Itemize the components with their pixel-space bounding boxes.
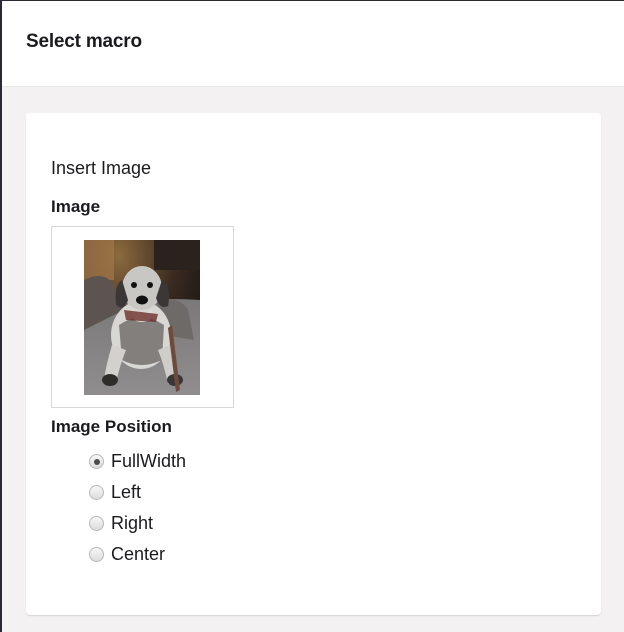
- radio-button-left[interactable]: [89, 485, 104, 500]
- radio-label-left: Left: [111, 482, 142, 502]
- radio-label-right: Right: [111, 513, 154, 533]
- radio-label-center: Center: [111, 544, 166, 564]
- radio-label-fullwidth: FullWidth: [111, 451, 187, 471]
- image-position-radio-group: FullWidth Left Right Center: [89, 446, 186, 570]
- radio-button-right[interactable]: [89, 516, 104, 531]
- radio-option-left[interactable]: Left: [89, 477, 186, 508]
- image-position-label: Image Position: [51, 417, 172, 436]
- window-left-border: [0, 0, 2, 632]
- dialog-header: Select macro: [2, 1, 624, 87]
- macro-title: Insert Image: [51, 158, 152, 178]
- dog-photo-thumbnail[interactable]: [84, 240, 200, 395]
- macro-panel: Insert Image Image Image Position FullWi…: [26, 113, 601, 615]
- dialog-title: Select macro: [26, 31, 142, 52]
- radio-button-fullwidth[interactable]: [89, 454, 104, 469]
- radio-option-center[interactable]: Center: [89, 539, 186, 570]
- radio-option-fullwidth[interactable]: FullWidth: [89, 446, 186, 477]
- dog-photo-image: [84, 240, 200, 395]
- radio-option-right[interactable]: Right: [89, 508, 186, 539]
- image-label: Image: [51, 197, 101, 216]
- radio-button-center[interactable]: [89, 547, 104, 562]
- image-picker[interactable]: [51, 226, 234, 408]
